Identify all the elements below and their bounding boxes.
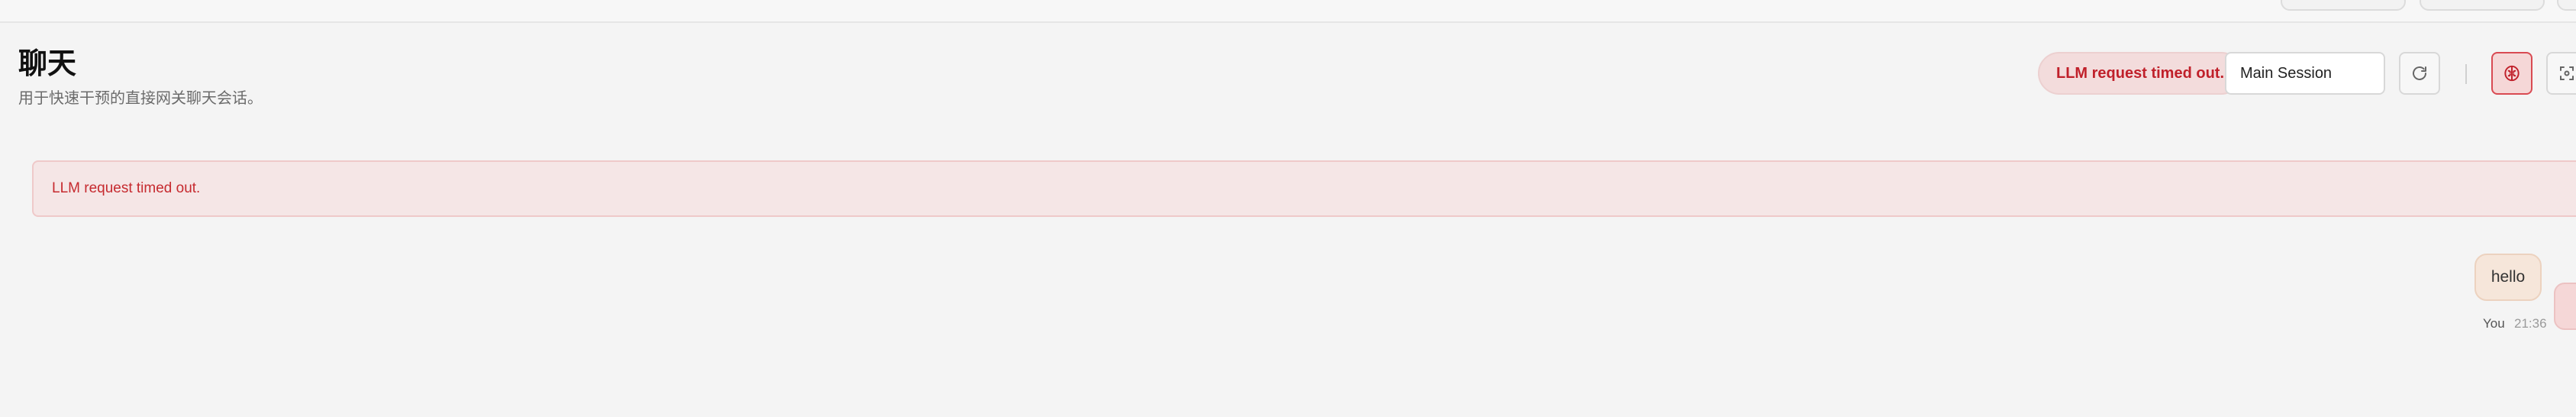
- focus-mode-button[interactable]: [2546, 52, 2576, 95]
- message-timestamp: 21:36: [2514, 316, 2547, 331]
- refresh-button[interactable]: [2399, 52, 2440, 95]
- top-button-2[interactable]: [2420, 0, 2545, 11]
- assistant-message-bubble: [2554, 283, 2576, 330]
- brain-icon: [2504, 65, 2520, 82]
- top-button-3[interactable]: [2557, 0, 2576, 11]
- focus-icon: [2560, 66, 2574, 80]
- thinking-toggle-button[interactable]: [2491, 52, 2532, 95]
- user-message-bubble: hello: [2474, 254, 2542, 301]
- page-title: 聊天: [18, 47, 77, 80]
- toolbar-divider: [2465, 64, 2467, 84]
- top-button-1[interactable]: [2281, 0, 2406, 11]
- error-status-pill: LLM request timed out.: [2038, 52, 2242, 95]
- session-select-value: Main Session: [2240, 64, 2333, 82]
- session-select[interactable]: Main Session: [2225, 52, 2385, 95]
- message-text: hello: [2491, 268, 2526, 286]
- error-banner: LLM request timed out.: [32, 160, 2576, 217]
- refresh-icon: [2413, 66, 2426, 80]
- page-subtitle: 用于快速干预的直接网关聊天会话。: [18, 89, 263, 107]
- top-bar: [0, 0, 2576, 23]
- message-sender: You: [2483, 316, 2505, 331]
- error-banner-text: LLM request timed out.: [52, 180, 201, 196]
